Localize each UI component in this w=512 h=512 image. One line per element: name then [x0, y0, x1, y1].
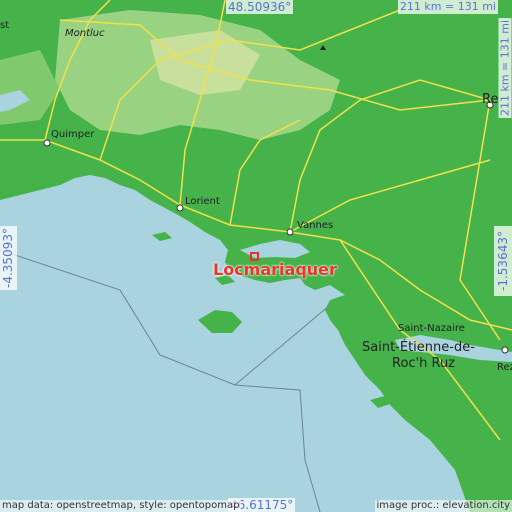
scale-vertical-text: 211 km = 131 mi: [498, 17, 512, 119]
place-label-saint-etienne: Saint-Étienne-de-: [362, 340, 475, 355]
nantes-marker: [501, 346, 509, 354]
scale-vertical: 211 km = 131 mi: [498, 17, 512, 119]
place-label-rocn-ruz: Montluc: [65, 28, 105, 39]
maritime-boundary: [0, 249, 321, 512]
place-label-quimper: Quimper: [51, 129, 95, 140]
quimper-marker: [43, 139, 51, 147]
right-longitude-text: -1.53643°: [496, 231, 510, 291]
maritime-boundary-2: [234, 304, 331, 386]
scale-horizontal: 211 km = 131 mi: [397, 0, 498, 14]
place-label-rez: Rez: [497, 362, 512, 373]
right-longitude-label: -1.53643°: [494, 226, 512, 296]
left-longitude-text: -4.35093°: [1, 228, 15, 288]
place-label-lorient: Lorient: [185, 196, 220, 207]
map-view[interactable]: 48.50936° 46.61175° -4.35093° -1.53643° …: [0, 0, 512, 512]
belle-ile: [198, 310, 242, 333]
place-label-st: st: [0, 20, 10, 31]
image-credit: image proc.: elevation.city: [374, 500, 512, 512]
place-label-montluc: Roc'h Ruz: [392, 356, 456, 371]
top-latitude-label: 48.50936°: [226, 0, 294, 14]
place-label-saint-nazaire: Saint-Nazaire: [398, 323, 465, 334]
highlighted-place-label: Locmariaquer: [213, 260, 337, 279]
map-credit: map data: openstreetmap, style: opentopo…: [0, 500, 242, 512]
small-island: [152, 232, 172, 241]
place-label-vannes: Vannes: [297, 220, 334, 231]
map-canvas: [0, 0, 512, 512]
vannes-marker: [286, 228, 294, 236]
place-label-re: Re: [482, 92, 499, 107]
lorient-marker: [176, 204, 184, 212]
left-longitude-label: -4.35093°: [0, 226, 17, 290]
